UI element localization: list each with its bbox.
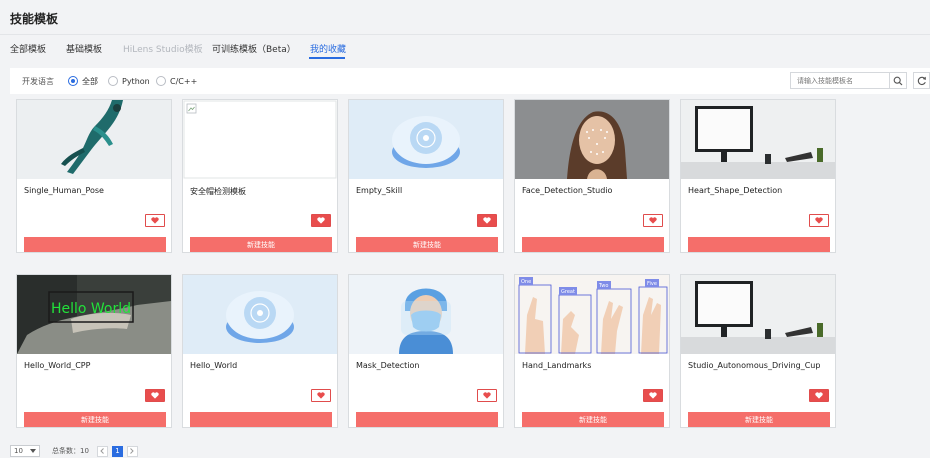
tab-my-favorites[interactable]: 我的收藏	[310, 42, 346, 55]
favorite-button[interactable]	[643, 389, 663, 402]
template-name: Hello_World	[190, 361, 238, 370]
heart-icon	[317, 217, 325, 224]
template-name: Face_Detection_Studio	[522, 186, 613, 195]
search-icon	[893, 76, 903, 85]
create-skill-button[interactable]	[522, 237, 664, 252]
tab-trainable-templates[interactable]: 可训练模板（Beta）	[212, 42, 296, 55]
template-thumbnail	[681, 275, 835, 354]
radio-cpp-label: C/C++	[170, 76, 198, 86]
create-skill-button[interactable]	[24, 237, 166, 252]
chevron-right-icon	[130, 448, 135, 454]
template-card[interactable]: Single_Human_Pose	[16, 99, 172, 253]
template-card[interactable]: 安全帽检测模板 新建技能	[182, 99, 338, 253]
template-name: Heart_Shape_Detection	[688, 186, 783, 195]
template-card[interactable]: Hello World Hello_World_CPP 新建技能	[16, 274, 172, 428]
template-tabs: 全部模板 基础模板 HiLens Studio模板 可训练模板（Beta） 我的…	[0, 34, 930, 61]
thumbnail-tag-two: Two	[598, 283, 608, 289]
active-tab-indicator	[309, 57, 345, 59]
heart-icon	[317, 392, 325, 399]
template-name: 安全帽检测模板	[190, 187, 246, 196]
template-thumbnail	[183, 100, 337, 179]
heart-icon	[483, 392, 491, 399]
thumbnail-tag-five: Five	[647, 281, 657, 287]
heart-icon	[649, 217, 657, 224]
create-skill-button[interactable]: 新建技能	[24, 412, 166, 427]
favorite-button[interactable]	[809, 214, 829, 227]
tab-all-templates[interactable]: 全部模板	[10, 42, 46, 55]
filter-bar: 开发语言 全部 Python C/C++	[10, 68, 930, 94]
thumbnail-tag-great: Great	[561, 289, 575, 295]
favorite-button[interactable]	[311, 214, 331, 227]
prev-page-button[interactable]	[96, 445, 108, 457]
heart-icon	[649, 392, 657, 399]
pagination: 10 总条数：10 1	[10, 444, 138, 458]
template-name: Empty_Skill	[356, 186, 403, 195]
favorite-button[interactable]	[477, 214, 497, 227]
radio-all[interactable]: 全部	[68, 74, 98, 88]
create-skill-button[interactable]: 新建技能	[688, 412, 830, 427]
search-button[interactable]	[889, 72, 907, 89]
chevron-down-icon	[30, 449, 36, 453]
radio-cpp[interactable]: C/C++	[156, 74, 197, 88]
page-number-current[interactable]: 1	[111, 445, 123, 457]
refresh-button[interactable]	[913, 72, 930, 89]
thumbnail-hello-world-text: Hello World	[51, 301, 131, 317]
template-name: Mask_Detection	[356, 361, 420, 370]
template-thumbnail	[349, 275, 503, 354]
template-card[interactable]: Empty_Skill 新建技能	[348, 99, 504, 253]
template-thumbnail: Hello World	[17, 275, 171, 354]
radio-all-label: 全部	[82, 76, 98, 86]
create-skill-button[interactable]: 新建技能	[190, 237, 332, 252]
template-thumbnail: One Great Two Five	[515, 275, 669, 354]
heart-icon	[815, 392, 823, 399]
thumbnail-tag-one: One	[521, 279, 531, 285]
radio-unselected-icon	[108, 76, 118, 86]
template-thumbnail	[515, 100, 669, 179]
tab-hilens-studio-templates[interactable]: HiLens Studio模板	[123, 42, 203, 55]
favorite-button[interactable]	[477, 389, 497, 402]
template-name: Studio_Autonomous_Driving_Cup	[688, 361, 821, 370]
favorite-button[interactable]	[145, 389, 165, 402]
heart-icon	[151, 392, 159, 399]
create-skill-button[interactable]: 新建技能	[356, 237, 498, 252]
favorite-button[interactable]	[311, 389, 331, 402]
template-card[interactable]: Heart_Shape_Detection	[680, 99, 836, 253]
radio-unselected-icon	[156, 76, 166, 86]
radio-python[interactable]: Python	[108, 74, 150, 88]
refresh-icon	[917, 76, 926, 85]
heart-icon	[483, 217, 491, 224]
heart-icon	[151, 217, 159, 224]
create-skill-button[interactable]	[356, 412, 498, 427]
page-title: 技能模板	[10, 12, 59, 26]
tab-basic-templates[interactable]: 基础模板	[66, 42, 102, 55]
search-input[interactable]	[790, 72, 896, 89]
template-card[interactable]: Hello_World	[182, 274, 338, 428]
template-thumbnail	[183, 275, 337, 354]
total-count: 总条数：10	[52, 447, 89, 455]
create-skill-button[interactable]	[688, 237, 830, 252]
template-card[interactable]: Mask_Detection	[348, 274, 504, 428]
favorite-button[interactable]	[145, 214, 165, 227]
template-thumbnail	[349, 100, 503, 179]
template-name: Hand_Landmarks	[522, 361, 592, 370]
chevron-left-icon	[100, 448, 105, 454]
favorite-button[interactable]	[643, 214, 663, 227]
template-name: Hello_World_CPP	[24, 361, 91, 370]
template-thumbnail	[681, 100, 835, 179]
template-thumbnail	[17, 100, 171, 179]
template-name: Single_Human_Pose	[24, 186, 104, 195]
language-filter-label: 开发语言	[22, 77, 54, 86]
heart-icon	[815, 217, 823, 224]
create-skill-button[interactable]: 新建技能	[522, 412, 664, 427]
radio-python-label: Python	[122, 76, 150, 86]
favorite-button[interactable]	[809, 389, 829, 402]
page-size-select[interactable]: 10	[10, 445, 40, 457]
create-skill-button[interactable]	[190, 412, 332, 427]
template-card[interactable]: Face_Detection_Studio	[514, 99, 670, 253]
template-card[interactable]: One Great Two Five Hand_Landmarks 新建技能	[514, 274, 670, 428]
next-page-button[interactable]	[126, 445, 138, 457]
page-size-value: 10	[14, 447, 23, 455]
template-card[interactable]: Studio_Autonomous_Driving_Cup 新建技能	[680, 274, 836, 428]
radio-selected-icon	[68, 76, 78, 86]
